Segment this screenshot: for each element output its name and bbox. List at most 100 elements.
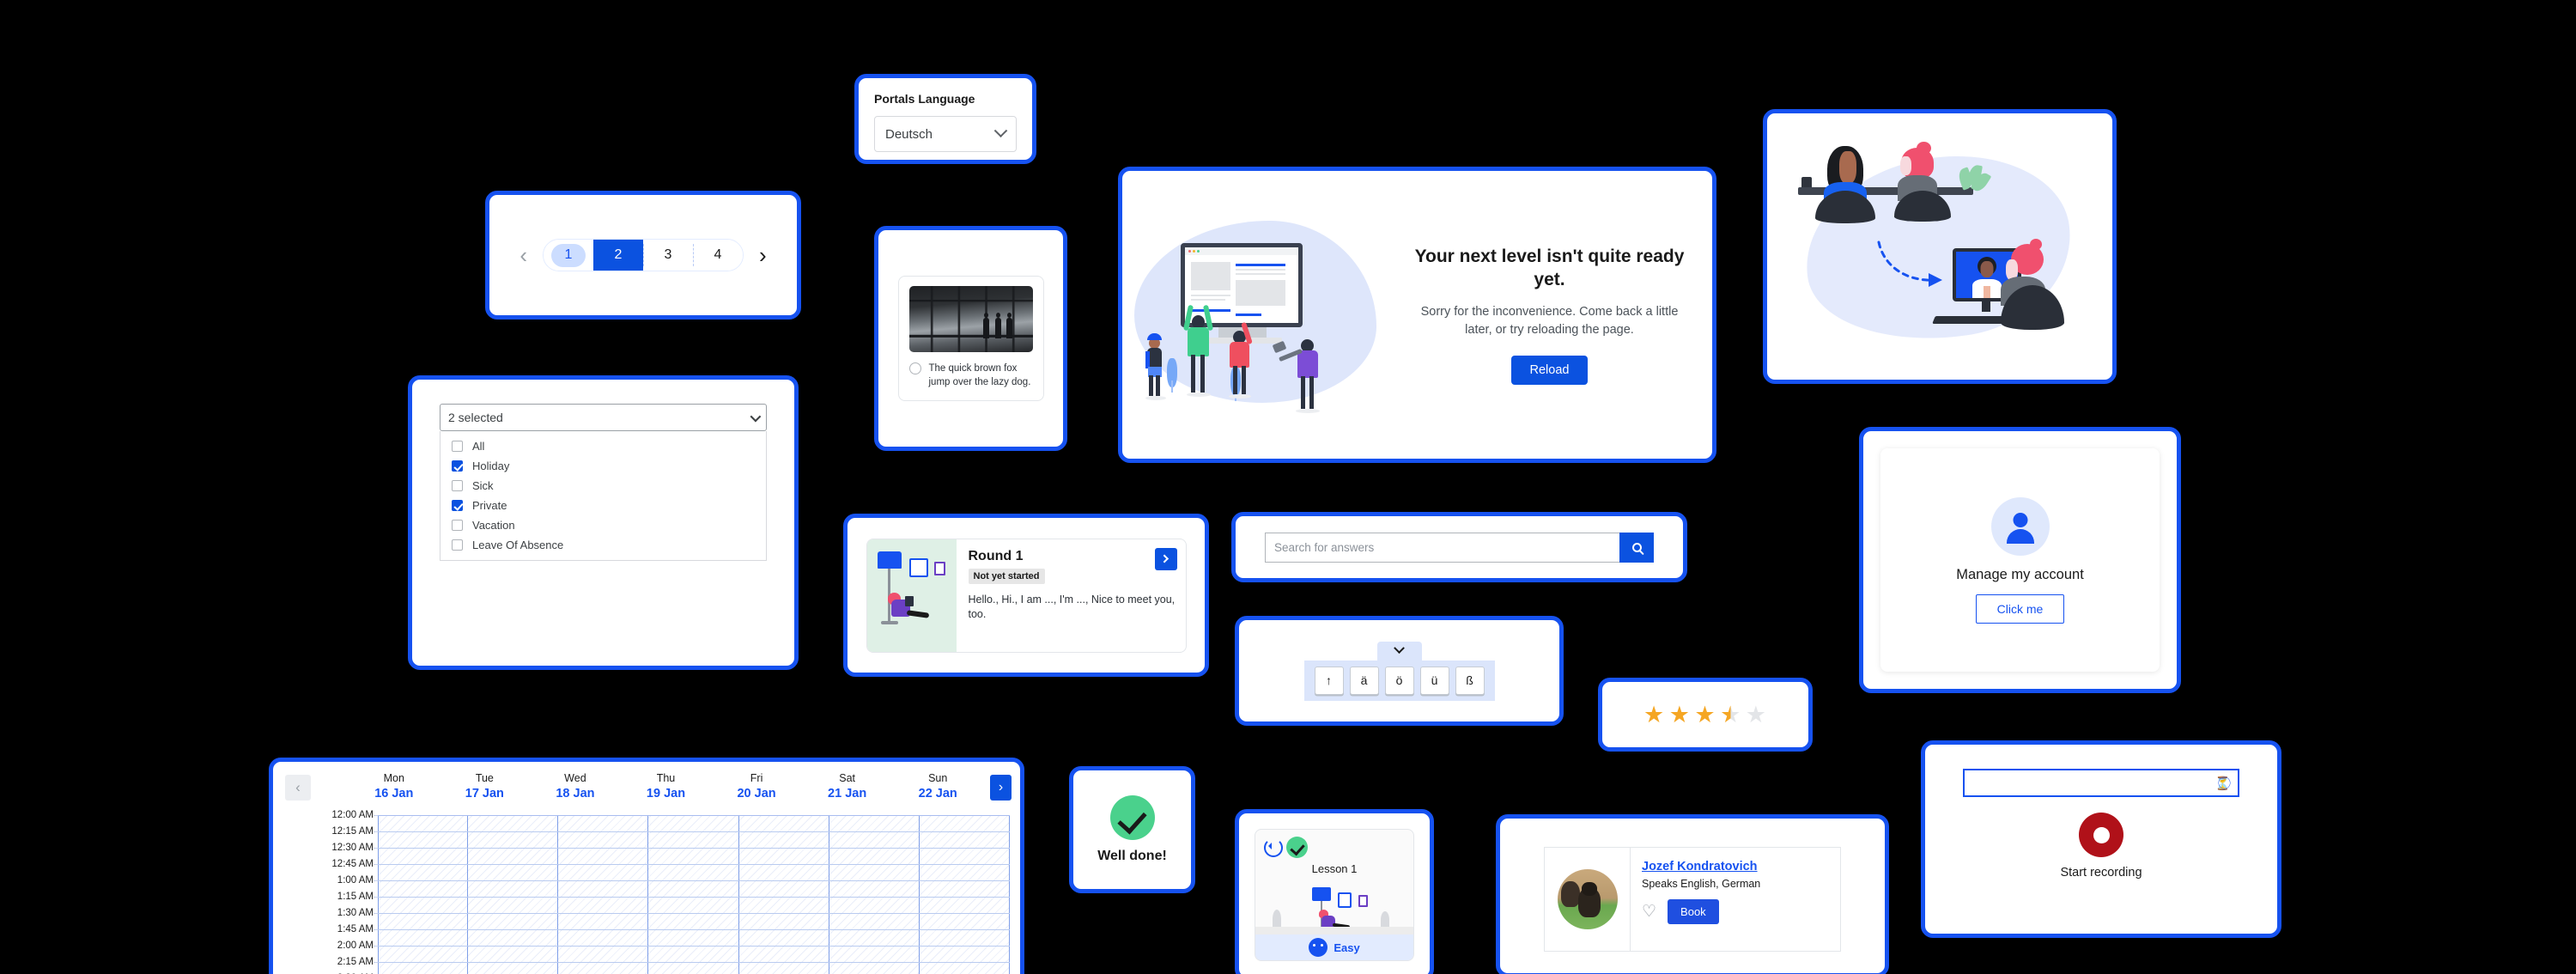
- pagination-page-1-label: 1: [551, 243, 586, 267]
- day-date: 17 Jan: [465, 787, 504, 801]
- radio-icon[interactable]: [908, 362, 921, 374]
- speech-input[interactable]: ⏳⃝: [1963, 769, 2239, 797]
- calendar-time-column: 12:00 AM 12:15 AM 12:30 AM 12:45 AM 1:00…: [273, 807, 381, 974]
- calendar-grid[interactable]: [378, 815, 1010, 974]
- pagination-pages: 1 2 3 4: [543, 239, 744, 271]
- star-icon-3[interactable]: ★: [1694, 702, 1716, 727]
- multiselect-trigger[interactable]: 2 selected: [440, 404, 767, 431]
- person-icon: [1990, 496, 2050, 556]
- star-rating[interactable]: ★ ★ ★ ★ ★: [1643, 703, 1767, 727]
- calendar-day-thu: Thu 19 Jan: [621, 772, 712, 801]
- special-characters-card: ↑ ä ö ü ß: [1235, 616, 1564, 726]
- round-next-button[interactable]: [1154, 547, 1177, 570]
- click-me-button[interactable]: Click me: [1975, 594, 2065, 624]
- chevron-left-icon[interactable]: ‹: [516, 244, 531, 266]
- search-button[interactable]: [1619, 532, 1654, 563]
- key-a-umlaut[interactable]: ä: [1349, 666, 1379, 695]
- redo-icon[interactable]: [1264, 838, 1283, 857]
- chevron-down-icon: [750, 411, 762, 422]
- checkbox-icon[interactable]: [452, 441, 463, 452]
- key-eszett[interactable]: ß: [1455, 666, 1485, 695]
- image-option[interactable]: The quick brown fox jump over the lazy d…: [897, 275, 1044, 402]
- star-icon-5-empty[interactable]: ★: [1746, 702, 1767, 727]
- pagination-page-4[interactable]: 4: [693, 240, 743, 271]
- multiselect-option-all[interactable]: All: [440, 436, 766, 456]
- multiselect-option-sick[interactable]: Sick: [440, 476, 766, 496]
- day-of-week: Wed: [564, 772, 586, 784]
- tutor-actions: ♡ Book: [1642, 899, 1840, 924]
- star-icon-2[interactable]: ★: [1669, 702, 1691, 727]
- lesson-difficulty[interactable]: Easy: [1255, 934, 1413, 960]
- portals-language-select[interactable]: Deutsch: [874, 116, 1017, 152]
- multiselect-option-vacation[interactable]: Vacation: [440, 515, 766, 535]
- multiselect-option-private[interactable]: Private: [440, 496, 766, 515]
- multiselect-value: 2 selected: [448, 411, 503, 424]
- time-label: 1:00 AM: [273, 873, 381, 889]
- day-date: 16 Jan: [374, 787, 414, 801]
- next-level-card: Your next level isn't quite ready yet. S…: [1118, 167, 1716, 463]
- well-done-text: Well done!: [1097, 849, 1167, 863]
- tutor-name-link[interactable]: Jozef Kondratovich: [1642, 860, 1840, 874]
- pagination-page-1[interactable]: 1: [544, 240, 593, 271]
- key-shift[interactable]: ↑: [1314, 666, 1344, 695]
- multiselect-option-label: All: [472, 440, 485, 453]
- chevron-right-icon[interactable]: ›: [756, 244, 770, 266]
- reading-illustration: [1255, 884, 1413, 937]
- special-characters-keyboard: ↑ ä ö ü ß: [1303, 641, 1495, 701]
- option-row[interactable]: The quick brown fox jump over the lazy d…: [908, 362, 1033, 390]
- search-input[interactable]: Search for answers: [1265, 532, 1619, 563]
- star-icon-1[interactable]: ★: [1643, 702, 1665, 727]
- day-date: 19 Jan: [646, 787, 686, 801]
- checkbox-icon[interactable]: [452, 520, 463, 531]
- status-badge: Not yet started: [968, 568, 1045, 584]
- speech-icon[interactable]: ⏳⃝: [2215, 774, 2231, 792]
- time-label: 1:30 AM: [273, 905, 381, 922]
- checkbox-icon[interactable]: [452, 539, 463, 551]
- multiselect-option-holiday[interactable]: Holiday: [440, 456, 766, 476]
- multiselect-option-leave-of-absence[interactable]: Leave Of Absence: [440, 535, 766, 555]
- checkbox-checked-icon[interactable]: [452, 460, 463, 472]
- day-of-week: Sat: [839, 772, 856, 784]
- time-label: 12:15 AM: [273, 824, 381, 840]
- book-button[interactable]: Book: [1668, 899, 1719, 924]
- round-item[interactable]: Round 1 Not yet started Hello., Hi., I a…: [866, 538, 1187, 653]
- day-date: 20 Jan: [737, 787, 776, 801]
- checkbox-checked-icon[interactable]: [452, 500, 463, 511]
- lesson-tile[interactable]: Lesson 1 Easy: [1255, 829, 1414, 961]
- calendar-day-sat: Sat 21 Jan: [802, 772, 893, 801]
- reading-illustration: [866, 539, 957, 652]
- keyboard-collapse-button[interactable]: [1376, 641, 1422, 660]
- day-of-week: Mon: [383, 772, 404, 784]
- checkbox-icon[interactable]: [452, 480, 463, 491]
- key-o-umlaut[interactable]: ö: [1384, 666, 1414, 695]
- next-level-subtitle: Sorry for the inconvenience. Come back a…: [1420, 304, 1679, 338]
- pagination-card: ‹ 1 2 3 4 ›: [485, 191, 801, 320]
- key-u-umlaut[interactable]: ü: [1419, 666, 1449, 695]
- portals-language-value: Deutsch: [885, 126, 933, 142]
- calendar-rows: [378, 816, 1010, 974]
- screenshot-canvas: Portals Language Deutsch ‹ 1 2 3 4 › 2 s…: [0, 0, 2576, 974]
- tutor-row: Jozef Kondratovich Speaks English, Germa…: [1544, 847, 1841, 952]
- plant-icon: [1956, 163, 1992, 194]
- time-label: 2:30 AM: [273, 971, 374, 974]
- calendar-day-headers: Mon 16 Jan Tue 17 Jan Wed 18 Jan Thu 19 …: [349, 772, 983, 801]
- round-description: Hello., Hi., I am ..., I'm ..., Nice to …: [968, 593, 1176, 621]
- day-of-week: Sun: [928, 772, 948, 784]
- lesson-card: Lesson 1 Easy: [1235, 809, 1434, 974]
- star-icon-4-half[interactable]: ★: [1720, 702, 1741, 727]
- heart-icon[interactable]: ♡: [1642, 904, 1656, 920]
- calendar-prev-button[interactable]: ‹: [285, 775, 311, 801]
- video-call-illustration-card: [1763, 109, 2117, 384]
- record-label: Start recording: [2060, 866, 2142, 880]
- time-label: 1:15 AM: [273, 889, 381, 905]
- calendar-next-button[interactable]: ›: [990, 775, 1012, 801]
- reload-button[interactable]: Reload: [1510, 356, 1589, 386]
- day-date: 22 Jan: [918, 787, 957, 801]
- pagination-page-3[interactable]: 3: [643, 240, 693, 271]
- record-button[interactable]: [2079, 813, 2123, 857]
- pagination-page-2[interactable]: 2: [593, 240, 643, 271]
- calendar-day-mon: Mon 16 Jan: [349, 772, 440, 801]
- difficulty-label: Easy: [1334, 941, 1360, 954]
- tutor-languages: Speaks English, German: [1642, 878, 1761, 890]
- website-building-illustration: [1122, 171, 1406, 459]
